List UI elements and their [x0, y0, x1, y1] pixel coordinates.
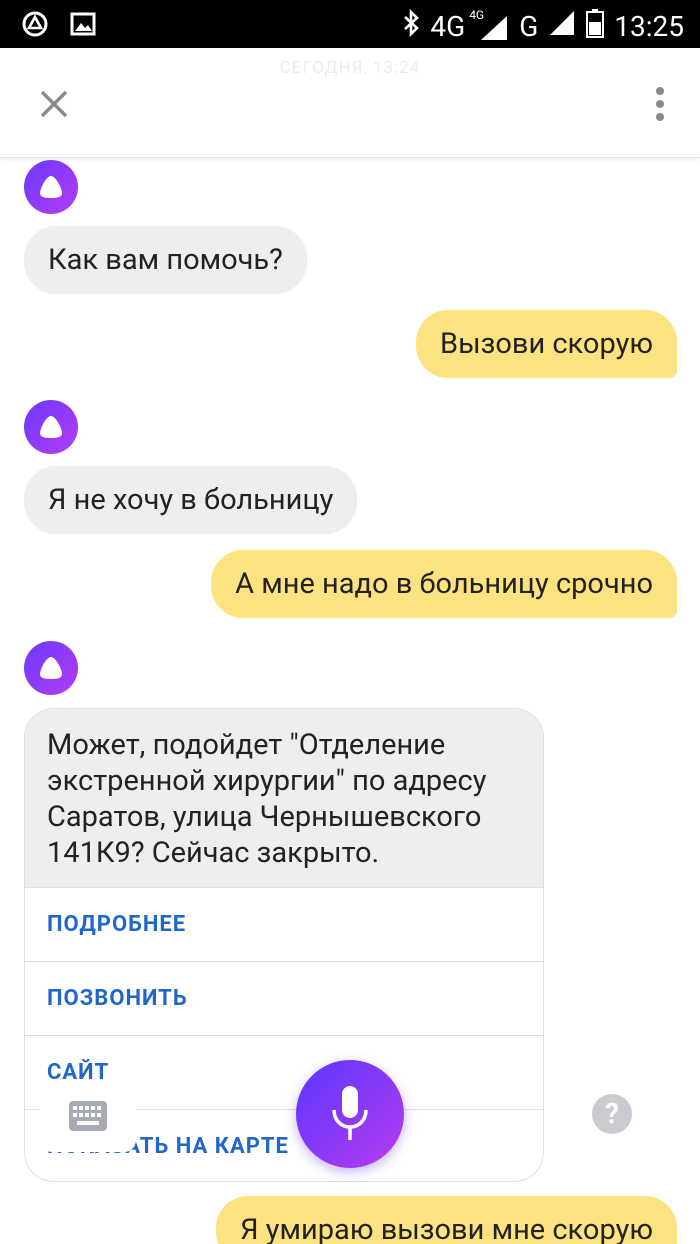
- network-4g-label: 4G: [430, 10, 466, 43]
- message-text: Я умираю вызови мне скорую: [240, 1213, 653, 1244]
- alice-logo-icon: [40, 416, 62, 438]
- microphone-icon: [332, 1086, 368, 1140]
- voice-input-button[interactable]: [296, 1060, 404, 1168]
- date-divider: СЕГОДНЯ, 13:24: [279, 58, 421, 78]
- message-bubble-alice: Как вам помочь?: [24, 226, 307, 294]
- alice-avatar: [24, 160, 78, 214]
- more-vertical-icon: [656, 87, 664, 121]
- clock: 13:25: [614, 10, 684, 43]
- message-text: А мне надо в больницу срочно: [235, 567, 653, 601]
- signal-g-icon: [548, 9, 576, 44]
- close-icon: [40, 90, 68, 118]
- message-text: Как вам помочь?: [48, 243, 283, 277]
- network-g-label: G: [519, 10, 539, 43]
- more-options-button[interactable]: [648, 86, 672, 126]
- message-bubble-user: Вызови скорую: [416, 310, 677, 378]
- message-text: Вызови скорую: [440, 327, 653, 361]
- message-bubble-user: А мне надо в больницу срочно: [211, 550, 677, 618]
- details-button[interactable]: ПОДРОБНЕЕ: [25, 887, 543, 961]
- status-bar: 4G 4G G 13:25: [0, 0, 700, 48]
- alice-avatar: [24, 641, 78, 695]
- keyboard-icon: [69, 1101, 107, 1131]
- keyboard-button[interactable]: [40, 1082, 136, 1152]
- alice-logo-icon: [40, 657, 62, 679]
- triangle-notification-icon: [22, 11, 48, 41]
- close-button[interactable]: [34, 84, 74, 124]
- image-notification-icon: [70, 12, 96, 40]
- chat-header: СЕГОДНЯ, 13:24: [0, 48, 700, 158]
- alice-logo-icon: [40, 176, 62, 198]
- message-bubble-alice: Я не хочу в больницу: [24, 466, 358, 534]
- battery-icon: [586, 8, 605, 45]
- help-button[interactable]: ?: [592, 1094, 632, 1134]
- message-bubble-user: Я умираю вызови мне скорую: [216, 1196, 677, 1244]
- card-message-text: Может, подойдет "Отделение экстренной хи…: [25, 709, 543, 887]
- message-text: Я не хочу в больницу: [48, 483, 334, 517]
- signal-icon: 4G: [469, 8, 509, 42]
- alice-avatar: [24, 400, 78, 454]
- bluetooth-icon: [402, 8, 420, 44]
- call-button[interactable]: ПОЗВОНИТЬ: [25, 961, 543, 1035]
